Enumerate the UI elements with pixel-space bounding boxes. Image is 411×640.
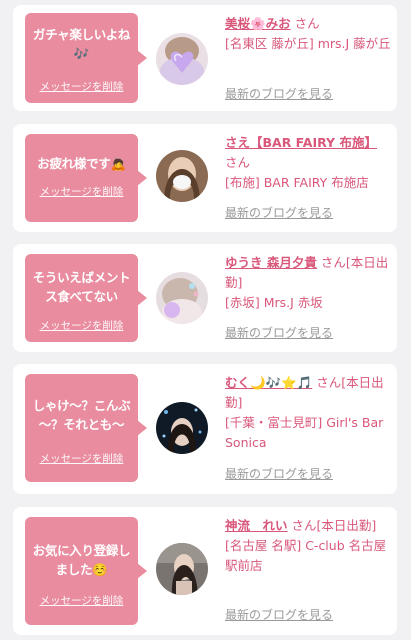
latest-blog-link[interactable]: 最新のブログを見る — [225, 324, 333, 341]
cast-name-link[interactable]: 美桜🌸みお — [225, 16, 291, 31]
message-card: お疲れ様です🙇 メッセージを削除 さえ【BAR FAIRY 布施】 さん [布施… — [13, 124, 397, 232]
latest-blog-link[interactable]: 最新のブログを見る — [225, 204, 333, 221]
shop-label: [千葉・富士見町] Girl's Bar Sonica — [225, 415, 384, 450]
cast-name-link[interactable]: むく🌙🎶⭐🎵 — [225, 375, 312, 390]
message-card: お気に入り登録しました☺️ メッセージを削除 神流 れい さん[本日出勤] [名… — [13, 507, 397, 635]
message-bubble: しゃけ～？こんぶ～？それとも～ メッセージを削除 — [25, 374, 147, 482]
cast-info: 神流 れい さん[本日出勤] [名古屋 名駅] C-club 名古屋駅前店 — [225, 516, 393, 576]
honorific: さん — [225, 155, 251, 170]
message-card: ガチャ楽しいよね🎶 メッセージを削除 美桜🌸みお さん [名東区 藤が丘] mr… — [13, 5, 397, 111]
message-bubble: そういえばメントス食べてない メッセージを削除 — [25, 254, 147, 342]
shop-label: [名古屋 名駅] C-club 名古屋駅前店 — [225, 538, 387, 573]
message-bubble: お気に入り登録しました☺️ メッセージを削除 — [25, 517, 147, 625]
avatar[interactable] — [156, 33, 208, 85]
cast-name-link[interactable]: 神流 れい — [225, 518, 288, 533]
message-text: ガチャ楽しいよね🎶 — [32, 27, 131, 61]
delete-message-link[interactable]: メッセージを削除 — [25, 184, 138, 199]
honorific: さん[本日出勤] — [291, 518, 377, 533]
delete-message-link[interactable]: メッセージを削除 — [25, 79, 138, 94]
latest-blog-link[interactable]: 最新のブログを見る — [225, 465, 333, 482]
message-text: お気に入り登録しました☺️ — [32, 543, 131, 577]
cast-name-link[interactable]: さえ【BAR FAIRY 布施】 — [225, 135, 377, 150]
cast-info: むく🌙🎶⭐🎵 さん[本日出勤] [千葉・富士見町] Girl's Bar Son… — [225, 373, 393, 453]
honorific: さん — [294, 16, 320, 31]
message-text: お疲れ様です🙇 — [37, 156, 126, 171]
message-bubble: ガチャ楽しいよね🎶 メッセージを削除 — [25, 13, 147, 103]
delete-message-link[interactable]: メッセージを削除 — [25, 318, 138, 333]
latest-blog-link[interactable]: 最新のブログを見る — [225, 85, 333, 102]
shop-label: [名東区 藤が丘] mrs.J 藤が丘 — [225, 36, 391, 51]
shop-label: [布施] BAR FAIRY 布施店 — [225, 175, 369, 190]
cast-info: 美桜🌸みお さん [名東区 藤が丘] mrs.J 藤が丘 — [225, 14, 393, 54]
message-bubble: お疲れ様です🙇 メッセージを削除 — [25, 134, 147, 222]
message-text: しゃけ～？こんぶ～？それとも～ — [32, 398, 131, 432]
message-text: そういえばメントス食べてない — [32, 270, 131, 304]
cast-name-link[interactable]: ゆうき 森月夕貴 — [225, 255, 317, 270]
shop-label: [赤坂] Mrs.J 赤坂 — [225, 295, 323, 310]
avatar[interactable] — [156, 150, 208, 202]
cast-info: さえ【BAR FAIRY 布施】 さん [布施] BAR FAIRY 布施店 — [225, 133, 393, 193]
avatar[interactable] — [156, 272, 208, 324]
avatar[interactable] — [156, 543, 208, 595]
latest-blog-link[interactable]: 最新のブログを見る — [225, 606, 333, 623]
delete-message-link[interactable]: メッセージを削除 — [25, 593, 138, 608]
delete-message-link[interactable]: メッセージを削除 — [25, 451, 138, 466]
message-card: しゃけ～？こんぶ～？それとも～ メッセージを削除 むく🌙🎶⭐🎵 さん[本日出勤]… — [13, 364, 397, 494]
message-card: そういえばメントス食べてない メッセージを削除 ゆうき 森月夕貴 さん[本日出勤… — [13, 244, 397, 352]
avatar[interactable] — [156, 402, 208, 454]
cast-info: ゆうき 森月夕貴 さん[本日出勤] [赤坂] Mrs.J 赤坂 — [225, 253, 393, 313]
